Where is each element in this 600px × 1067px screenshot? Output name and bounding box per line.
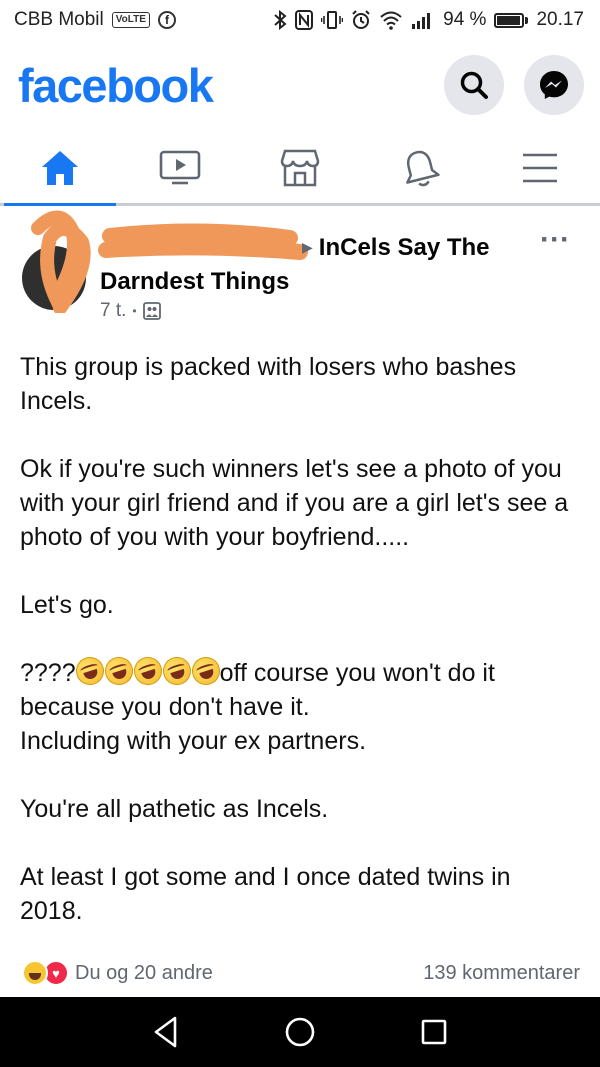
battery-level [497, 15, 520, 25]
signal-icon [412, 13, 431, 29]
laughing-emoji-icon [158, 653, 195, 689]
search-button[interactable] [444, 55, 504, 115]
laughing-emoji-icon [129, 653, 166, 689]
tab-notifications[interactable] [360, 132, 480, 203]
clock: 20.17 [536, 9, 584, 30]
bluetooth-icon [274, 10, 287, 30]
reaction-icons: ♥ [22, 960, 69, 986]
comment-count[interactable]: 139 kommentarer [423, 962, 580, 985]
tab-marketplace[interactable] [240, 132, 360, 203]
post-paragraph: Ok if you're such winners let's see a ph… [20, 455, 569, 551]
home-icon [42, 150, 78, 185]
status-bar: CBB Mobil VoLTE f 94 % 20.17 [0, 0, 600, 40]
tab-watch[interactable] [120, 132, 240, 203]
tab-home[interactable] [0, 132, 120, 206]
reaction-count: Du og 20 andre [75, 961, 213, 984]
messenger-button[interactable] [524, 55, 584, 115]
search-icon [460, 71, 488, 99]
laughing-emoji-icon [71, 653, 108, 689]
bell-icon [406, 150, 440, 186]
vibrate-icon [321, 11, 344, 29]
post-paragraph: Let's go. [20, 591, 114, 619]
watch-icon [159, 150, 201, 184]
post-meta: 7 t. • [100, 300, 161, 322]
recents-icon[interactable] [419, 1017, 449, 1047]
post-paragraph: You're all pathetic as Incels. [20, 795, 329, 823]
facebook-notification-icon: f [157, 11, 176, 29]
post-paragraph: At least I got some and I once dated twi… [20, 863, 511, 925]
post-header: ▶ InCels Say The Darndest Things ··· 7 t.… [0, 208, 600, 328]
back-icon[interactable] [151, 1015, 181, 1049]
reaction-summary[interactable]: ♥ Du og 20 andre [22, 960, 213, 986]
marketplace-icon [280, 149, 320, 186]
post: ▶ InCels Say The Darndest Things ··· 7 t.… [0, 208, 600, 928]
wifi-icon [380, 11, 402, 30]
battery-icon [494, 12, 529, 28]
home-circle-icon[interactable] [283, 1015, 317, 1049]
laughing-emoji-group [71, 653, 224, 689]
alarm-icon [352, 10, 370, 29]
messenger-icon [540, 71, 568, 99]
status-left: CBB Mobil VoLTE f [14, 9, 176, 31]
app-header: facebook [0, 40, 600, 130]
menu-icon [523, 153, 557, 182]
question-marks: ???? [20, 659, 76, 687]
arrow-right-icon: ▶ [302, 239, 313, 255]
tab-menu[interactable] [480, 132, 600, 203]
status-right: 94 % 20.17 [273, 9, 584, 31]
reactions-bar: ♥ Du og 20 andre 139 kommentarer [0, 950, 600, 996]
meta-separator: • [132, 304, 137, 318]
facebook-logo[interactable]: facebook [18, 58, 214, 113]
post-text: Including with your ex partners. [20, 727, 367, 755]
more-options-icon[interactable]: ··· [540, 225, 570, 255]
laughing-emoji-icon [100, 653, 137, 689]
android-nav-bar [0, 997, 600, 1067]
post-title: ▶ InCels Say The Darndest Things [100, 230, 530, 299]
post-body: This group is packed with losers who bas… [0, 328, 600, 928]
battery-percent: 94 % [443, 9, 487, 30]
post-paragraph: ???? off course you won't do it because y… [20, 653, 580, 758]
post-paragraph: This group is packed with losers who bas… [20, 353, 517, 415]
haha-icon [22, 960, 48, 986]
group-name[interactable]: InCels Say The Darndest Things [100, 234, 490, 295]
volte-icon: VoLTE [111, 12, 150, 28]
group-icon [142, 302, 161, 320]
post-time[interactable]: 7 t. [100, 300, 126, 322]
header-actions [444, 55, 584, 115]
laughing-emoji-icon [187, 653, 224, 689]
nfc-icon [295, 10, 314, 30]
main-nav-tabs [0, 132, 600, 206]
carrier-name: CBB Mobil [14, 9, 104, 30]
